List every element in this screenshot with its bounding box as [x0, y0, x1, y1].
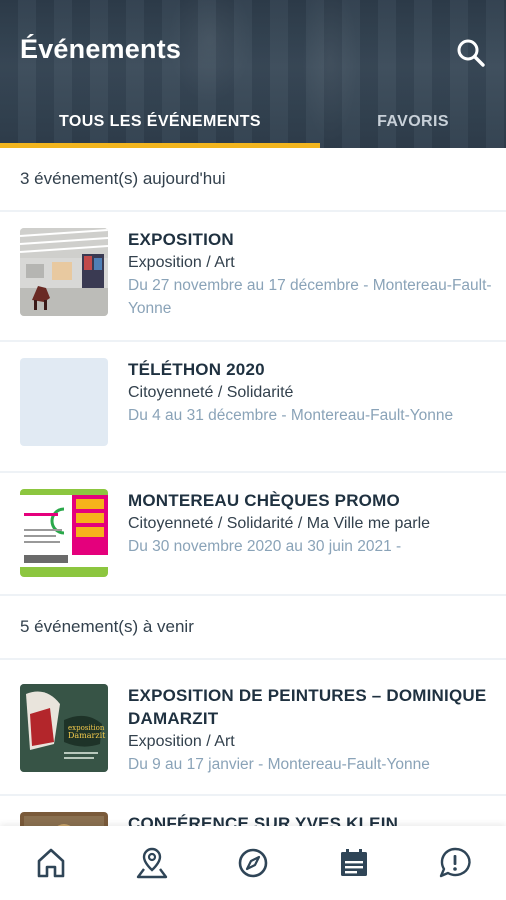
event-category: Citoyenneté / Solidarité: [128, 384, 294, 401]
svg-text:Damarzit: Damarzit: [68, 731, 106, 740]
event-title: CONFÉRENCE SUR YVES KLEIN: [128, 814, 399, 826]
nav-events[interactable]: [304, 826, 405, 900]
compass-icon: [238, 848, 268, 878]
event-dates: Du 27 novembre au 17 décembre - Monterea…: [128, 277, 492, 317]
event-category: Exposition / Art: [128, 254, 235, 271]
nav-explore[interactable]: [202, 826, 303, 900]
bottom-navigation: [0, 826, 506, 900]
map-pin-icon: [136, 847, 167, 879]
page-title: Événements: [20, 34, 182, 64]
tab-favorites[interactable]: FAVORIS: [320, 96, 506, 148]
event-category: Citoyenneté / Solidarité / Ma Ville me p…: [128, 515, 431, 532]
event-item-exposition[interactable]: EXPOSITION Exposition / Art Du 27 novemb…: [0, 212, 506, 342]
event-item-cheques-promo[interactable]: MONTEREAU CHÈQUES PROMO Citoyenneté / So…: [0, 473, 506, 596]
event-title: MONTEREAU CHÈQUES PROMO: [128, 491, 400, 510]
event-title: TÉLÉTHON 2020: [128, 360, 265, 379]
section-header-today: 3 événement(s) aujourd'hui: [0, 148, 506, 212]
event-category: Exposition / Art: [128, 733, 235, 750]
event-title: EXPOSITION DE PEINTURES – DOMINIQUE DAMA…: [128, 686, 487, 728]
event-item-telethon[interactable]: TÉLÉTHON 2020 Citoyenneté / Solidarité D…: [0, 342, 506, 473]
nav-home[interactable]: [0, 826, 101, 900]
event-thumbnail: [20, 228, 108, 316]
event-thumbnail: [20, 489, 108, 577]
calendar-icon: [341, 849, 368, 876]
event-list[interactable]: 3 événement(s) aujourd'hui EXPOSITION Ex…: [0, 148, 506, 826]
event-dates: Du 9 au 17 janvier - Montereau-Fault-Yon…: [128, 756, 430, 773]
alert-bubble-icon: [440, 847, 472, 878]
search-icon: [457, 39, 485, 67]
event-thumbnail-placeholder: [20, 358, 108, 446]
tab-all-events[interactable]: TOUS LES ÉVÉNEMENTS: [0, 96, 320, 148]
event-title: EXPOSITION: [128, 230, 234, 249]
tab-bar: TOUS LES ÉVÉNEMENTS FAVORIS: [0, 96, 506, 148]
section-header-upcoming: 5 événement(s) à venir: [0, 596, 506, 660]
nav-report[interactable]: [405, 826, 506, 900]
app-header: Événements TOUS LES ÉVÉNEMENTS FAVORIS: [0, 0, 506, 148]
event-thumbnail: exposition Damarzit: [20, 684, 108, 772]
event-thumbnail: [20, 812, 108, 826]
event-item-damarzit[interactable]: exposition Damarzit EXPOSITION DE PEINTU…: [0, 660, 506, 796]
home-icon: [37, 848, 64, 878]
event-dates: Du 30 novembre 2020 au 30 juin 2021 -: [128, 538, 402, 555]
event-item-yves-klein[interactable]: CONFÉRENCE SUR YVES KLEIN: [0, 796, 506, 826]
search-button[interactable]: [452, 34, 490, 72]
nav-map[interactable]: [101, 826, 202, 900]
event-dates: Du 4 au 31 décembre - Montereau-Fault-Yo…: [128, 407, 454, 424]
